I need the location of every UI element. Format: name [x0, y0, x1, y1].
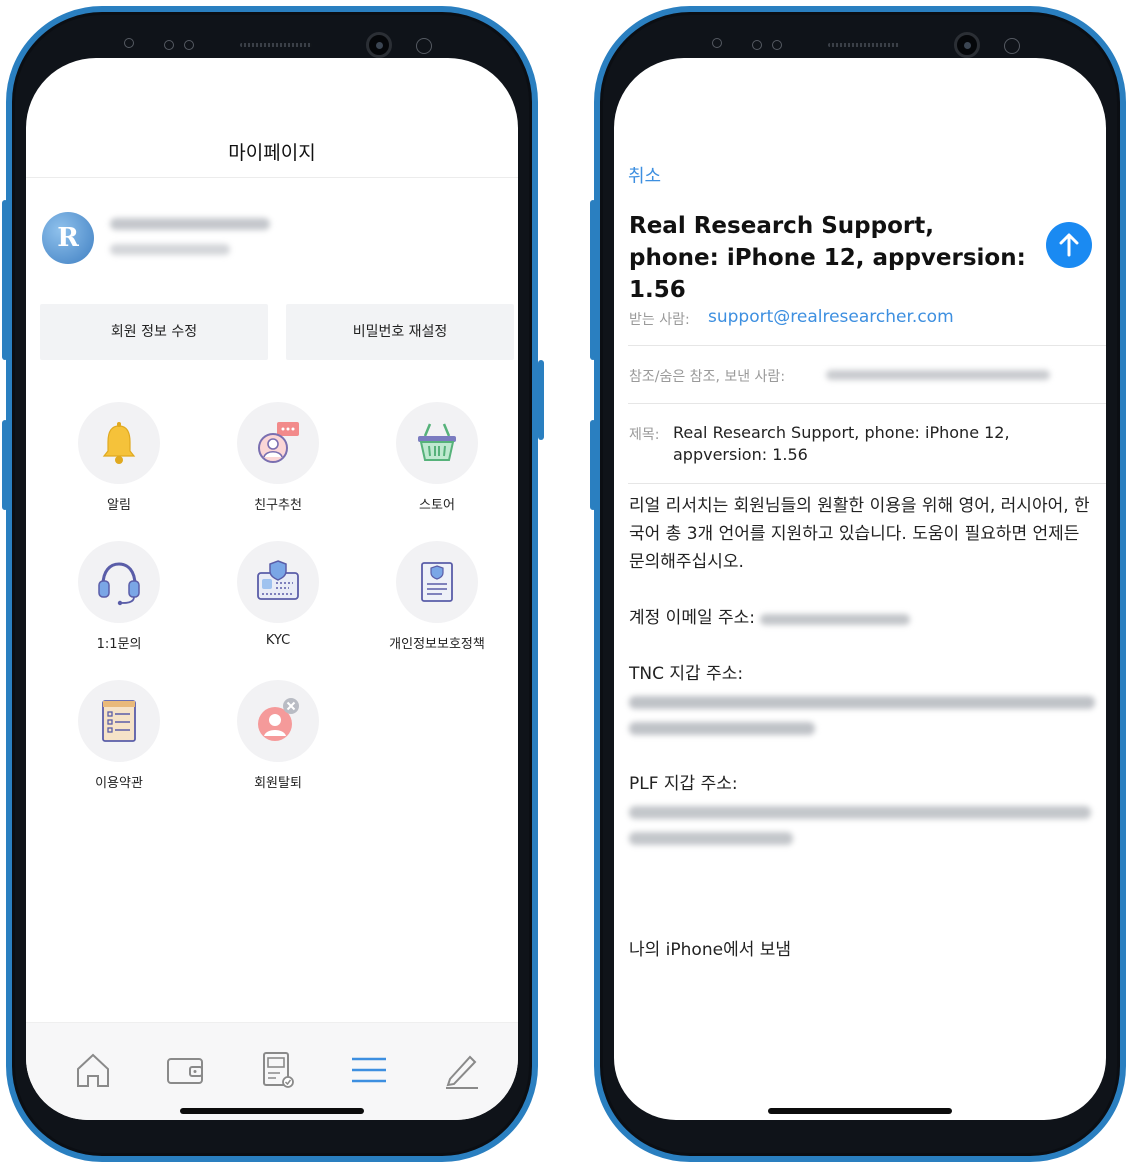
- store-basket-icon: [418, 423, 456, 461]
- menu-item-label: 친구추천: [254, 498, 302, 513]
- bottom-tab-bar: [26, 1022, 518, 1120]
- cc-label: 참조/숨은 참조, 보낸 사람:: [629, 369, 786, 385]
- sensor-dot: [752, 40, 762, 50]
- menu-item-privacy-policy[interactable]: 개인정보보호정책: [358, 541, 516, 661]
- blurred-tnc-address: [629, 722, 815, 735]
- phone-side-button: [538, 360, 544, 440]
- sensor-dot: [164, 40, 174, 50]
- home-icon: [77, 1053, 109, 1087]
- front-camera: [366, 32, 392, 58]
- blurred-email: [110, 218, 270, 230]
- right-screen: 취소 Real Research Support, phone: iPhone …: [614, 58, 1106, 1120]
- menu-item-label: KYC: [265, 633, 291, 648]
- refer-friend-icon: [258, 422, 299, 463]
- headset-icon: [98, 562, 140, 606]
- to-address[interactable]: support@realresearcher.com: [708, 307, 954, 327]
- blurred-id: [110, 244, 230, 255]
- menu-item-terms[interactable]: 이용약관: [40, 680, 198, 800]
- pencil-icon: [446, 1055, 478, 1089]
- menu-item-label: 회원탈퇴: [254, 776, 302, 791]
- tab-home[interactable]: [72, 1049, 114, 1091]
- menu-item-notifications[interactable]: 알림: [40, 402, 198, 522]
- menu-item-refer-friend[interactable]: 친구추천: [199, 402, 357, 522]
- reset-password-button[interactable]: 비밀번호 재설정: [286, 304, 514, 360]
- blurred-tnc-address: [629, 696, 1095, 709]
- subject-value: Real Research Support, phone: iPhone 12,…: [673, 423, 1010, 464]
- home-indicator[interactable]: [180, 1108, 364, 1114]
- account-email-label: 계정 이메일 주소:: [629, 608, 756, 628]
- send-button[interactable]: [1046, 222, 1092, 268]
- to-label: 받는 사람:: [629, 312, 690, 328]
- profile-summary: R: [42, 208, 502, 268]
- menu-icon: [352, 1057, 386, 1083]
- subject-label: 제목:: [629, 427, 660, 443]
- sensor-dot: [184, 40, 194, 50]
- arrow-up-icon: [1059, 233, 1079, 257]
- menu-item-label: 1:1문의: [96, 637, 142, 652]
- menu-item-label: 스토어: [419, 498, 455, 513]
- terms-list-icon: [102, 700, 136, 742]
- blurred-plf-address: [629, 806, 1091, 819]
- earpiece-speaker: [828, 43, 900, 47]
- phone-top-bezel: [12, 24, 532, 60]
- mail-subject-title: Real Research Support, phone: iPhone 12,…: [629, 213, 1026, 303]
- tab-survey[interactable]: [256, 1049, 298, 1091]
- blurred-account-email: [760, 614, 911, 625]
- tab-write[interactable]: [440, 1049, 482, 1091]
- page-header: 마이페이지: [26, 58, 518, 178]
- cancel-button[interactable]: 취소: [628, 162, 661, 188]
- privacy-policy-icon: [421, 562, 453, 602]
- cc-bcc-from-field[interactable]: 참조/숨은 참조, 보낸 사람:: [628, 346, 1106, 404]
- front-camera: [954, 32, 980, 58]
- survey-icon: [263, 1052, 294, 1088]
- account-email-line: 계정 이메일 주소:: [629, 604, 1099, 632]
- mail-signature: 나의 iPhone에서 보냄: [629, 940, 792, 960]
- sensor-dot: [416, 38, 432, 54]
- menu-item-store[interactable]: 스토어: [358, 402, 516, 522]
- tnc-label: TNC 지갑 주소:: [629, 664, 744, 684]
- page-title: 마이페이지: [228, 142, 316, 164]
- menu-item-withdraw[interactable]: 회원탈퇴: [199, 680, 357, 800]
- mail-body-intro: 리얼 리서치는 회원님들의 원활한 이용을 위해 영어, 러시아어, 한국어 총…: [629, 496, 1090, 572]
- blurred-plf-address: [629, 832, 793, 845]
- withdraw-member-icon: [258, 698, 299, 741]
- earpiece-speaker: [240, 43, 312, 47]
- kyc-card-icon: [257, 560, 299, 600]
- blurred-sender-email: [826, 370, 1050, 380]
- left-screen: 마이페이지 R 회원 정보 수정 비밀번호 재설정 알림 친구추천 스토어 1:…: [26, 58, 518, 1120]
- sensor-dot: [1004, 38, 1020, 54]
- sensor-dot: [712, 38, 722, 48]
- home-indicator[interactable]: [768, 1108, 952, 1114]
- menu-item-kyc[interactable]: KYC: [199, 541, 357, 661]
- avatar: R: [42, 212, 94, 264]
- edit-profile-button[interactable]: 회원 정보 수정: [40, 304, 268, 360]
- tab-menu[interactable]: [348, 1049, 390, 1091]
- bell-icon: [102, 422, 136, 464]
- plf-label: PLF 지갑 주소:: [629, 774, 738, 794]
- menu-item-label: 이용약관: [95, 776, 143, 791]
- tab-wallet[interactable]: [164, 1049, 206, 1091]
- to-field[interactable]: 받는 사람: support@realresearcher.com: [628, 294, 1106, 346]
- right-phone-frame: 취소 Real Research Support, phone: iPhone …: [594, 6, 1126, 1162]
- phone-top-bezel: [600, 24, 1120, 60]
- menu-item-inquiry[interactable]: 1:1문의: [40, 541, 198, 661]
- menu-item-label: 개인정보보호정책: [389, 637, 485, 652]
- sensor-dot: [772, 40, 782, 50]
- left-phone-frame: 마이페이지 R 회원 정보 수정 비밀번호 재설정 알림 친구추천 스토어 1:…: [6, 6, 538, 1162]
- wallet-icon: [167, 1058, 203, 1084]
- account-buttons: 회원 정보 수정 비밀번호 재설정: [40, 304, 516, 360]
- subject-field[interactable]: 제목: Real Research Support, phone: iPhone…: [628, 404, 1106, 484]
- menu-item-label: 알림: [107, 498, 131, 513]
- sensor-dot: [124, 38, 134, 48]
